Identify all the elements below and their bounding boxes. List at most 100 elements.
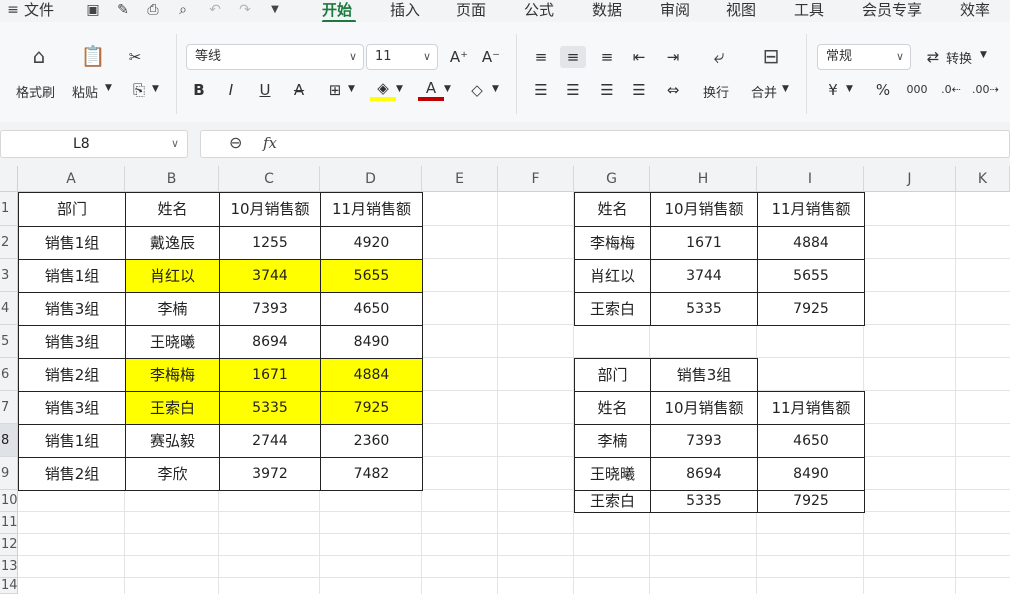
column-header-c[interactable]: C [219, 166, 320, 192]
tab-view[interactable]: 视图 [726, 0, 756, 22]
paste-dropdown-icon[interactable]: ▼ [105, 83, 112, 93]
row-header-13[interactable]: 13 [0, 556, 18, 578]
print-icon[interactable]: ⎙ [144, 1, 162, 19]
lookup-table-header[interactable]: 姓名 [574, 192, 651, 227]
lookup-table-header[interactable]: 11月销售额 [757, 192, 865, 227]
tab-efficiency[interactable]: 效率 [960, 0, 990, 22]
cut-icon[interactable]: ✂ [122, 46, 148, 68]
column-header-k[interactable]: K [956, 166, 1010, 192]
main-table-header[interactable]: 姓名 [125, 192, 220, 227]
row-header-11[interactable]: 11 [0, 512, 18, 534]
filter-table-header[interactable]: 11月销售额 [757, 391, 865, 425]
thousands-separator-icon[interactable]: 000 [904, 79, 930, 101]
row-header-2[interactable]: 2 [0, 226, 18, 259]
lookup-table-cell[interactable]: 肖红以 [574, 259, 651, 293]
copy-dropdown-icon[interactable]: ▼ [152, 84, 159, 94]
border-icon[interactable]: ⊞ [322, 79, 348, 101]
zoom-icon[interactable]: ⊖ [229, 133, 242, 152]
currency-dropdown-icon[interactable]: ▼ [846, 84, 853, 94]
column-header-f[interactable]: F [498, 166, 574, 192]
fx-icon[interactable]: fx [263, 134, 277, 152]
menu-file[interactable]: 文件 [24, 0, 54, 22]
increase-font-icon[interactable]: A⁺ [446, 46, 472, 68]
name-box[interactable]: L8 ∨ [0, 130, 188, 158]
main-table-cell[interactable]: 7482 [320, 457, 423, 491]
redo-icon[interactable]: ↷ [236, 1, 254, 19]
main-table-cell[interactable]: 王晓曦 [125, 325, 220, 359]
lookup-table-cell[interactable]: 王索白 [574, 292, 651, 326]
main-table-cell[interactable]: 销售3组 [18, 391, 126, 425]
paste-button[interactable]: 粘贴 [72, 82, 98, 101]
font-color-dropdown-icon[interactable]: ▼ [444, 84, 451, 94]
save-icon[interactable]: ▣ [84, 1, 102, 19]
tab-home[interactable]: 开始 [322, 0, 352, 22]
tab-review[interactable]: 审阅 [660, 0, 690, 22]
main-table-cell[interactable]: 李楠 [125, 292, 220, 326]
filter-table-header[interactable]: 10月销售额 [650, 391, 758, 425]
align-middle-icon[interactable]: ≡ [560, 46, 586, 68]
lookup-table-cell[interactable]: 5655 [757, 259, 865, 293]
dept-filter-value[interactable]: 销售3组 [650, 358, 758, 392]
row-header-3[interactable]: 3 [0, 259, 18, 292]
decrease-decimal-icon[interactable]: .00⇢ [972, 79, 999, 101]
column-header-j[interactable]: J [864, 166, 956, 192]
main-table-cell[interactable]: 李梅梅 [125, 358, 220, 392]
merge-dropdown-icon[interactable]: ▼ [782, 84, 789, 94]
increase-decimal-icon[interactable]: .0⇠ [938, 79, 964, 101]
main-table-cell[interactable]: 销售2组 [18, 457, 126, 491]
align-right-icon[interactable]: ☰ [594, 79, 620, 101]
main-table-cell[interactable]: 销售3组 [18, 292, 126, 326]
main-table-cell[interactable]: 4650 [320, 292, 423, 326]
align-left-icon[interactable]: ☰ [528, 79, 554, 101]
align-top-icon[interactable]: ≡ [528, 46, 554, 68]
strikethrough-icon[interactable]: A [286, 79, 312, 101]
font-color-icon[interactable]: A [418, 77, 444, 101]
wrap-text-button[interactable]: 换行 [703, 82, 729, 101]
main-table-cell[interactable]: 1671 [219, 358, 321, 392]
main-table-header[interactable]: 11月销售额 [320, 192, 423, 227]
tab-page[interactable]: 页面 [456, 0, 486, 22]
filter-table-cell[interactable]: 王晓曦 [574, 457, 651, 491]
filter-table-cell[interactable]: 5335 [650, 490, 758, 513]
main-table-header[interactable]: 10月销售额 [219, 192, 321, 227]
tab-data[interactable]: 数据 [592, 0, 622, 22]
font-size-select[interactable]: 11 ∨ [366, 44, 438, 70]
align-center-icon[interactable]: ☰ [560, 79, 586, 101]
main-table-cell[interactable]: 3744 [219, 259, 321, 293]
row-header-9[interactable]: 9 [0, 457, 18, 490]
percent-icon[interactable]: % [870, 79, 896, 101]
main-table-cell[interactable]: 王索白 [125, 391, 220, 425]
main-table-cell[interactable]: 1255 [219, 226, 321, 260]
decrease-indent-icon[interactable]: ⇤ [626, 46, 652, 68]
column-header-b[interactable]: B [125, 166, 219, 192]
main-table-cell[interactable]: 8490 [320, 325, 423, 359]
bold-icon[interactable]: B [186, 79, 212, 101]
row-header-5[interactable]: 5 [0, 325, 18, 358]
distribute-icon[interactable]: ⇔ [660, 79, 686, 101]
fill-color-icon[interactable]: ◈ [370, 77, 396, 101]
dept-filter-label[interactable]: 部门 [574, 358, 651, 392]
convert-button[interactable]: 转换 [946, 48, 972, 67]
filter-table-header[interactable]: 姓名 [574, 391, 651, 425]
main-table-cell[interactable]: 销售3组 [18, 325, 126, 359]
select-all-corner[interactable] [0, 166, 18, 192]
currency-icon[interactable]: ¥ [820, 79, 846, 101]
column-header-d[interactable]: D [320, 166, 422, 192]
row-header-7[interactable]: 7 [0, 391, 18, 424]
justify-icon[interactable]: ☰ [626, 79, 652, 101]
format-painter-button[interactable]: 格式刷 [16, 82, 55, 101]
copy-icon[interactable]: ⎘ [126, 79, 152, 101]
clear-icon[interactable]: ◇ [464, 79, 490, 101]
convert-dropdown-icon[interactable]: ▼ [980, 50, 987, 60]
number-format-select[interactable]: 常规 ∨ [817, 44, 911, 70]
main-table-cell[interactable]: 李欣 [125, 457, 220, 491]
column-header-a[interactable]: A [18, 166, 125, 192]
filter-table-cell[interactable]: 8490 [757, 457, 865, 491]
column-header-e[interactable]: E [422, 166, 498, 192]
lookup-table-cell[interactable]: 1671 [650, 226, 758, 260]
decrease-font-icon[interactable]: A⁻ [478, 46, 504, 68]
main-table-cell[interactable]: 5335 [219, 391, 321, 425]
row-header-4[interactable]: 4 [0, 292, 18, 325]
format-icon[interactable]: ✎ [114, 1, 132, 19]
row-header-10[interactable]: 10 [0, 490, 18, 512]
